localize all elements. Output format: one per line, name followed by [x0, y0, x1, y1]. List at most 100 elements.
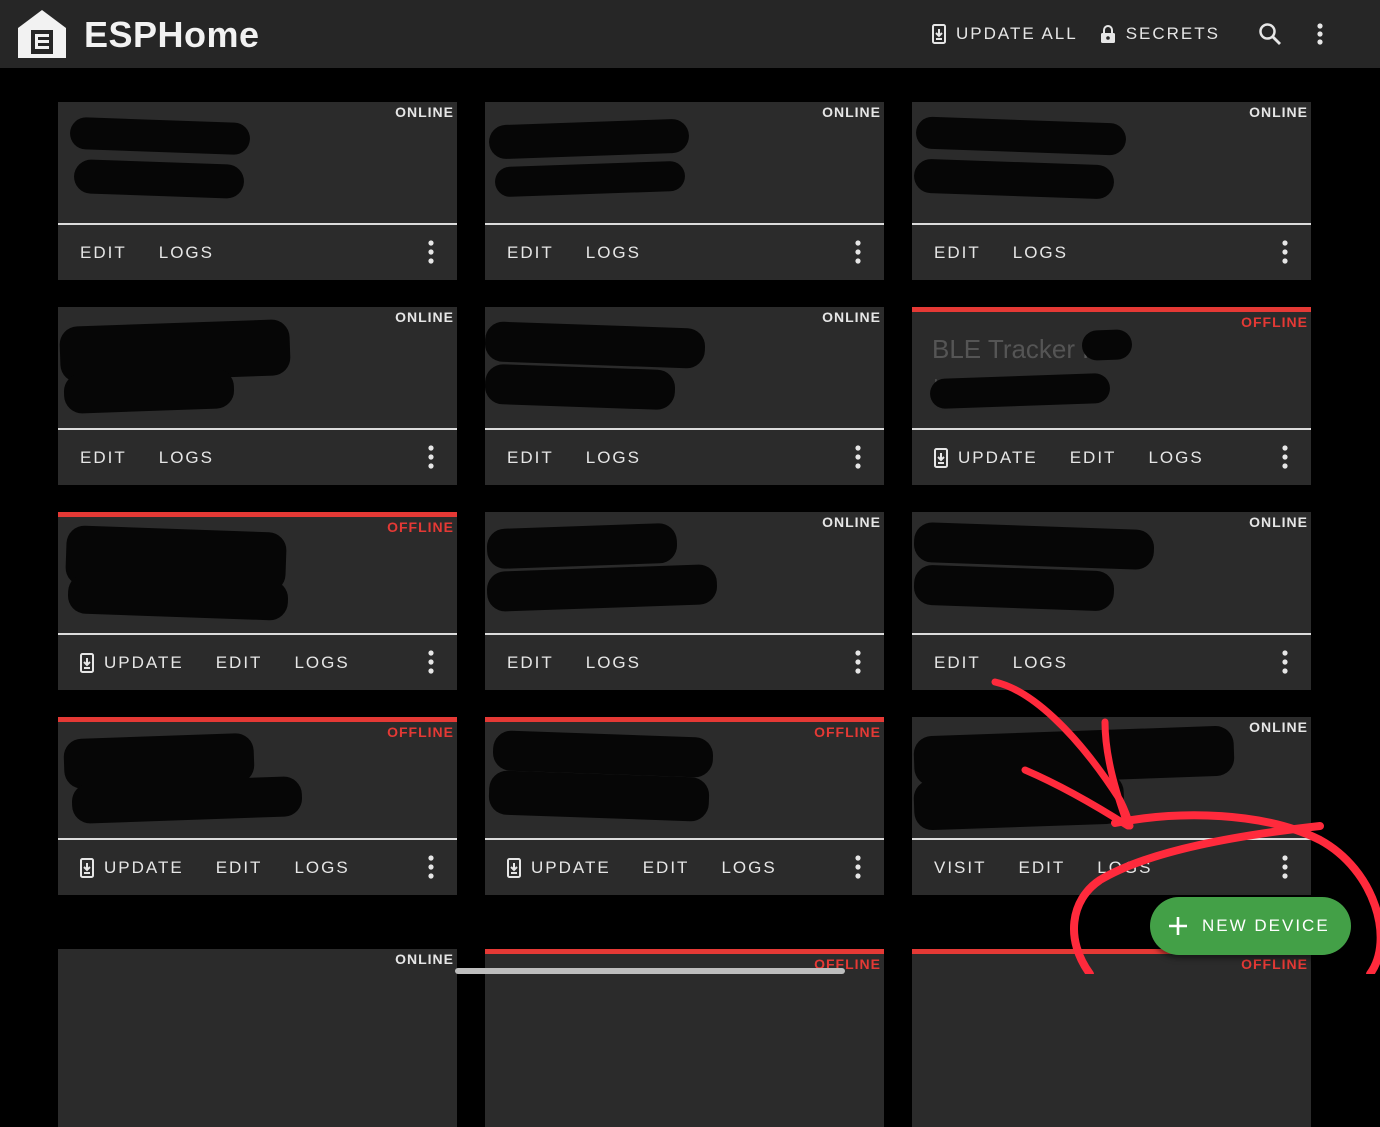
logs-label: LOGS — [585, 242, 641, 262]
logs-button[interactable]: LOGS — [586, 239, 641, 267]
update-download-icon — [80, 857, 94, 878]
card-menu-icon[interactable] — [1275, 853, 1295, 881]
status-badge: ONLINE — [822, 309, 881, 325]
logs-button[interactable]: LOGS — [159, 444, 214, 472]
redaction-scribble — [494, 160, 686, 198]
edit-button[interactable]: EDIT — [507, 649, 554, 677]
device-card-body: Eml — [912, 512, 1311, 634]
status-badge: ONLINE — [1249, 104, 1308, 120]
device-card: BLE T ker 4b .yamlONLINE EDIT LOGS — [58, 307, 457, 485]
secrets-label: SECRETS — [1125, 24, 1220, 43]
edit-button[interactable]: EDIT — [216, 854, 263, 882]
card-menu-icon[interactable] — [848, 443, 868, 471]
logs-button[interactable]: LOGS — [721, 854, 776, 882]
update-button[interactable]: UPDATE — [934, 444, 1038, 472]
card-menu-icon[interactable] — [848, 648, 868, 676]
secrets-button[interactable]: SECRETS — [1100, 24, 1220, 44]
edit-button[interactable]: EDIT — [80, 444, 127, 472]
redaction-scribble — [1081, 329, 1133, 361]
overflow-menu-button[interactable] — [1300, 14, 1340, 54]
status-badge: ONLINE — [395, 104, 454, 120]
redaction-scribble — [485, 363, 676, 411]
visit-button[interactable]: VISIT — [934, 854, 987, 882]
horizontal-scrollbar[interactable] — [455, 968, 845, 974]
card-menu-icon[interactable] — [1275, 443, 1295, 471]
status-badge: ONLINE — [1249, 514, 1308, 530]
edit-button[interactable]: EDIT — [507, 444, 554, 472]
new-device-button[interactable]: NEW DEVICE — [1150, 897, 1351, 955]
logs-button[interactable]: LOGS — [1013, 649, 1068, 677]
card-actions: UPDATE EDIT LOGS — [485, 840, 884, 895]
edit-button[interactable]: EDIT — [1070, 444, 1117, 472]
redaction-scribble — [929, 372, 1111, 410]
card-menu-icon[interactable] — [848, 853, 868, 881]
edit-button[interactable]: EDIT — [507, 239, 554, 267]
status-badge: ONLINE — [1249, 719, 1308, 735]
logs-label: LOGS — [585, 652, 641, 672]
logs-button[interactable]: LOGS — [294, 854, 349, 882]
plus-icon — [1169, 917, 1187, 935]
update-label: UPDATE — [531, 857, 611, 877]
card-actions: UPDATE EDIT LOGS — [58, 635, 457, 690]
update-all-button[interactable]: UPDATE ALL — [931, 24, 1078, 44]
device-card: BlONLINE EDIT LOGS — [912, 102, 1311, 280]
logs-button[interactable]: LOGS — [1148, 444, 1203, 472]
logs-label: LOGS — [585, 447, 641, 467]
card-menu-icon[interactable] — [421, 648, 441, 676]
update-all-label: UPDATE ALL — [955, 24, 1078, 43]
status-badge: OFFLINE — [387, 519, 454, 535]
status-badge: OFFLINE — [814, 724, 881, 740]
update-button[interactable]: UPDATE — [80, 854, 184, 882]
edit-button[interactable]: EDIT — [934, 239, 981, 267]
card-menu-icon[interactable] — [1275, 648, 1295, 676]
logs-button[interactable]: LOGS — [159, 239, 214, 267]
redaction-scribble — [913, 773, 1125, 831]
device-card-body: l — [58, 102, 457, 224]
logs-button[interactable]: LOGS — [586, 444, 641, 472]
edit-button[interactable]: EDIT — [1019, 854, 1066, 882]
card-menu-icon[interactable] — [421, 443, 441, 471]
logs-button[interactable]: LOGS — [1013, 239, 1068, 267]
device-card: OFFLINE UPDATE EDIT LOGS — [58, 717, 457, 895]
status-badge: OFFLINE — [1241, 956, 1308, 972]
card-actions: UPDATE EDIT LOGS — [912, 430, 1311, 485]
edit-label: EDIT — [507, 242, 554, 262]
device-card: ONLINE — [58, 949, 457, 1127]
logs-label: LOGS — [1148, 447, 1204, 467]
redaction-scribble — [913, 158, 1115, 200]
redaction-scribble — [486, 522, 678, 570]
update-button[interactable]: UPDATE — [507, 854, 611, 882]
card-menu-icon[interactable] — [1275, 238, 1295, 266]
more-vert-icon — [1317, 23, 1323, 45]
edit-label: EDIT — [642, 857, 690, 877]
update-button[interactable]: UPDATE — [80, 649, 184, 677]
device-card: BL 3mlONLINE EDIT LOGS — [485, 102, 884, 280]
top-actions: UPDATE ALL SECRETS — [931, 0, 1380, 68]
card-actions: EDIT LOGS — [485, 225, 884, 280]
device-card: B WOFFLINE UPDATE EDIT LOGS — [58, 512, 457, 690]
edit-label: EDIT — [934, 242, 981, 262]
logs-button[interactable]: LOGS — [1097, 854, 1152, 882]
device-card-body — [58, 949, 457, 1071]
device-card-body: l — [912, 717, 1311, 839]
device-card: BLE Tracker Pble-tracker-p.yamlOFFLINE UP… — [912, 307, 1311, 485]
card-actions: UPDATE EDIT LOGS — [58, 840, 457, 895]
card-actions: EDIT LOGS — [485, 635, 884, 690]
card-actions: EDIT LOGS — [912, 635, 1311, 690]
card-menu-icon[interactable] — [421, 238, 441, 266]
card-menu-icon[interactable] — [848, 238, 868, 266]
status-badge: ONLINE — [395, 309, 454, 325]
redaction-scribble — [485, 321, 706, 369]
device-card-body — [912, 954, 1311, 1076]
edit-button[interactable]: EDIT — [80, 239, 127, 267]
card-menu-icon[interactable] — [421, 853, 441, 881]
logs-button[interactable]: LOGS — [294, 649, 349, 677]
edit-button[interactable]: EDIT — [643, 854, 690, 882]
search-icon — [1259, 23, 1281, 45]
edit-button[interactable]: EDIT — [934, 649, 981, 677]
redaction-scribble — [486, 563, 718, 613]
search-button[interactable] — [1250, 14, 1290, 54]
device-card-body: l 1l — [485, 722, 884, 844]
logs-button[interactable]: LOGS — [586, 649, 641, 677]
edit-button[interactable]: EDIT — [216, 649, 263, 677]
